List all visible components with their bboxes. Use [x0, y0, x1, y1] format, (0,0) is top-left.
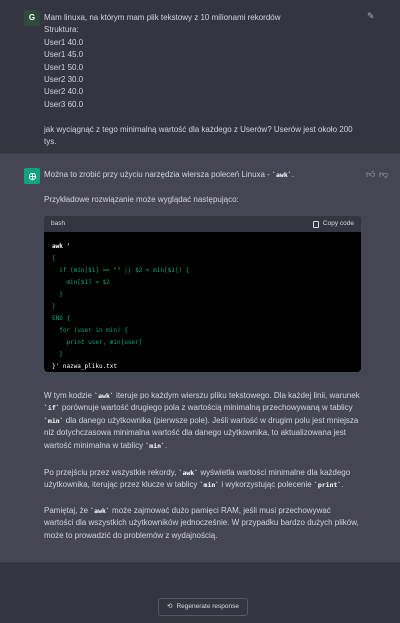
code-line: awk '	[52, 243, 71, 250]
code-line: }' nazwa_pliku.txt	[52, 363, 118, 370]
user-message-text: Mam linuxa, na którym mam plik tekstowy …	[44, 13, 353, 146]
inline-code: `min`	[145, 441, 165, 450]
assistant-example-intro: Przykładowe rozwiązanie może wyglądać na…	[44, 195, 239, 204]
edit-icon[interactable]: ✎	[367, 12, 375, 21]
inline-code: `if`	[44, 404, 60, 413]
thumbs-down-icon[interactable]: 👎︎	[379, 170, 388, 179]
assistant-paragraph-1: W tym kodzie `awk` iteruje po każdym wie…	[44, 391, 360, 450]
assistant-paragraph-2: Po przejściu przez wszystkie rekordy, `a…	[44, 468, 351, 490]
assistant-paragraph-3: Pamiętaj, że `awk` może zajmować dużo pa…	[44, 506, 359, 540]
copy-icon	[312, 220, 319, 228]
code-block-header: bash Copy code	[44, 216, 361, 232]
code-line: for (user in min) {	[52, 327, 128, 334]
code-language: bash	[51, 219, 66, 227]
code-line: {	[52, 255, 56, 262]
code-block: bash Copy code awk ' { if (min[$1] == ""…	[44, 216, 361, 372]
inline-code: `min`	[44, 416, 64, 425]
assistant-intro: Można to zrobić przy użyciu narzędzia wi…	[44, 170, 294, 179]
code-line: min[$1] = $2	[52, 279, 110, 286]
code-body: awk ' { if (min[$1] == "" || $2 < min[$1…	[44, 232, 361, 372]
inline-code: `awk`	[272, 171, 292, 179]
thumbs-up-icon[interactable]: 👍︎	[366, 170, 375, 179]
inline-code: `awk`	[90, 507, 110, 515]
refresh-icon: ⟲	[167, 602, 173, 610]
code-line: }	[52, 303, 56, 310]
code-line: }	[52, 351, 63, 358]
inline-code: `awk`	[94, 392, 114, 400]
user-avatar: G	[24, 10, 40, 26]
inline-code: `awk`	[178, 469, 199, 477]
code-line: if (min[$1] == "" || $2 < min[$1]) {	[52, 267, 190, 274]
openai-logo-icon	[24, 168, 40, 184]
inline-code: `print`	[313, 481, 342, 490]
code-line: print user, min[user]	[52, 339, 143, 346]
regenerate-response-button[interactable]: ⟲ Regenerate response	[158, 598, 248, 616]
code-line: }	[52, 291, 63, 298]
inline-code: `min`	[199, 481, 220, 490]
copy-code-button[interactable]: Copy code	[312, 219, 354, 229]
code-line: END {	[52, 315, 71, 322]
